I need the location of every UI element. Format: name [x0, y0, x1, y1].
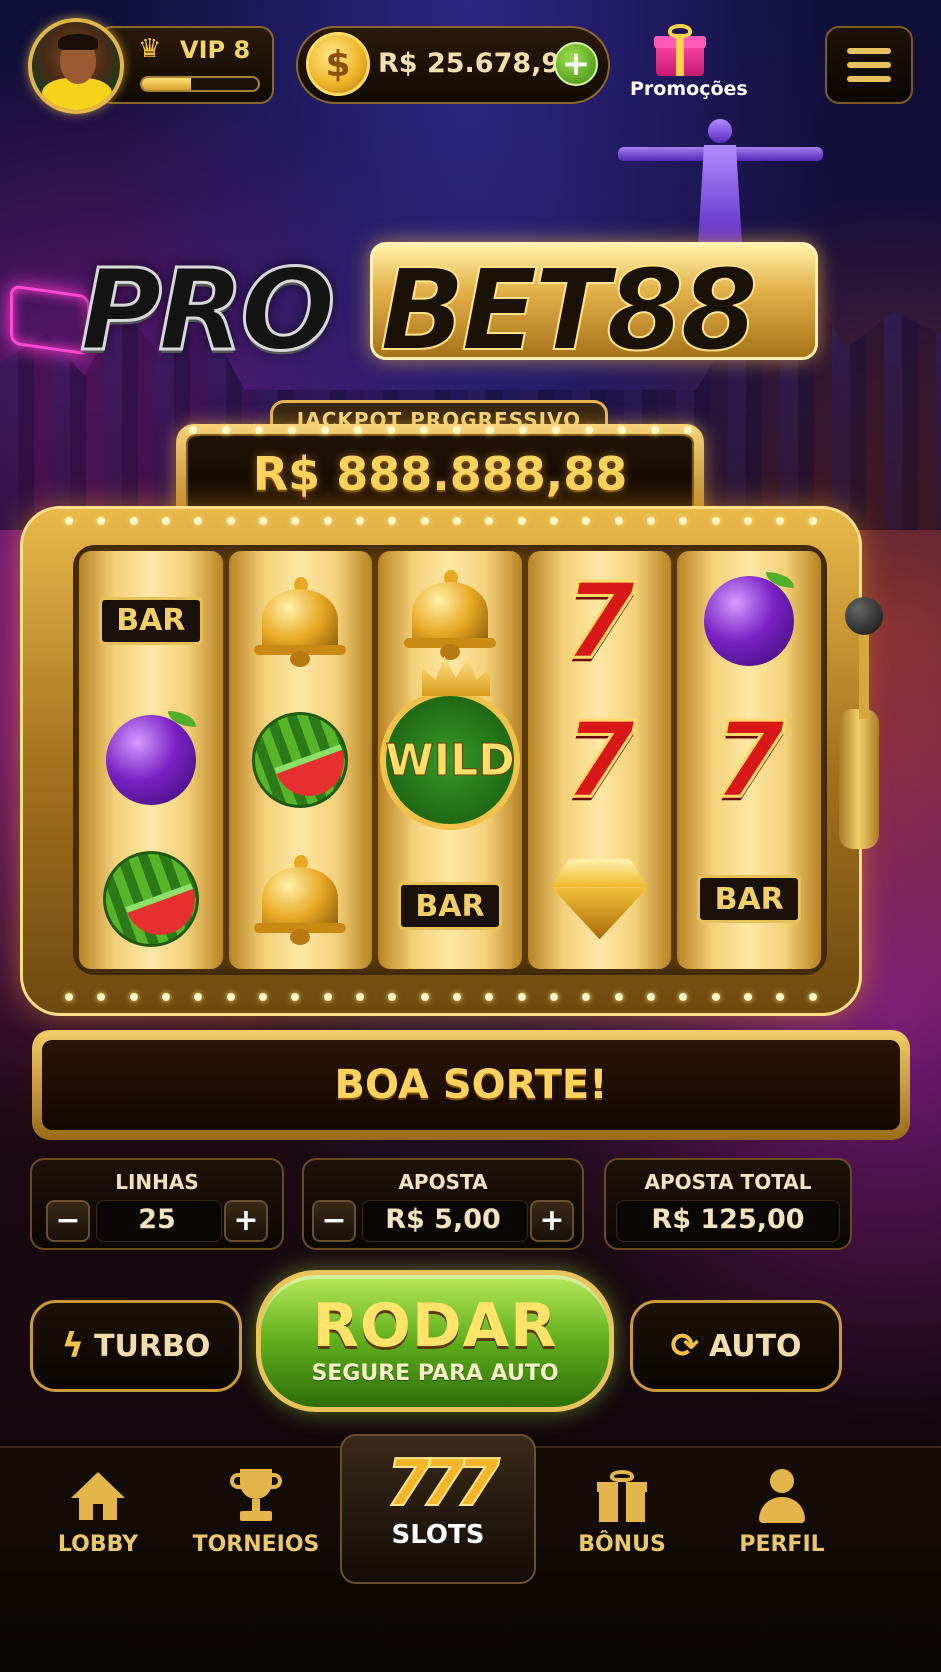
spin-label: RODAR	[312, 1291, 558, 1361]
lines-increase-button[interactable]: +	[224, 1200, 268, 1242]
bell-symbol	[245, 844, 355, 954]
brand-logo: PRO BET88	[79, 236, 820, 378]
player-profile[interactable]: ♛ VIP 8	[28, 18, 274, 114]
total-bet-panel: APOSTA TOTAL R$ 125,00	[604, 1158, 852, 1250]
nav-bonus[interactable]: BÔNUS	[542, 1448, 702, 1568]
promotions-button[interactable]: Promoções	[630, 18, 748, 108]
neon-sign	[10, 284, 90, 356]
bet-controls: LINHAS − 25 + APOSTA − R$ 5,00 + APOSTA …	[30, 1158, 852, 1250]
auto-button[interactable]: ⟳ AUTO	[630, 1300, 842, 1392]
total-bet-title: APOSTA TOTAL	[644, 1170, 812, 1194]
seven-symbol: 7	[711, 698, 786, 821]
nav-slots[interactable]: 777 SLOTS	[340, 1434, 536, 1584]
balance-amount: R$ 25.678,90	[378, 48, 579, 79]
lever-knob[interactable]	[845, 597, 883, 635]
logo-text-pro: PRO	[79, 245, 338, 378]
hamburger-icon	[847, 48, 891, 54]
gift-icon	[654, 24, 706, 76]
nav-torneios[interactable]: TORNEIOS	[176, 1448, 336, 1568]
turbo-button[interactable]: ϟ TURBO	[30, 1300, 242, 1392]
wild-symbol: WILD	[379, 656, 520, 835]
spin-button[interactable]: RODAR SEGURE PARA AUTO	[256, 1270, 614, 1412]
vip-progress-bar	[140, 76, 260, 92]
seven-symbol: 7	[562, 698, 637, 821]
slots-777-icon: 777	[385, 1447, 501, 1521]
nav-label-torneios: TORNEIOS	[192, 1532, 320, 1557]
lines-title: LINHAS	[115, 1170, 199, 1194]
slot-machine: BAR WILD BAR 7 7 7 BAR	[20, 506, 883, 1016]
user-icon	[757, 1469, 807, 1523]
reels-window[interactable]: BAR WILD BAR 7 7 7 BAR	[73, 545, 827, 975]
balance-panel: $ R$ 25.678,90 +	[296, 26, 610, 104]
plum-symbol	[694, 566, 804, 676]
avatar[interactable]	[28, 18, 124, 114]
turbo-label: TURBO	[94, 1328, 211, 1364]
reel-4: 77	[527, 551, 672, 969]
christ-redeemer-statue	[618, 119, 823, 245]
bell-symbol	[245, 566, 355, 676]
lever-base	[839, 709, 879, 849]
bottom-nav: LOBBY TORNEIOS 777 SLOTS BÔNUS PERFIL	[0, 1434, 941, 1672]
reel-2	[228, 551, 373, 969]
message-panel: BOA SORTE!	[32, 1030, 910, 1140]
reel-1: BAR	[79, 551, 223, 969]
diamond-symbol	[545, 844, 655, 954]
lightning-icon: ϟ	[61, 1326, 85, 1366]
bet-control: APOSTA − R$ 5,00 +	[302, 1158, 584, 1250]
bar-symbol: BAR	[395, 851, 505, 961]
seven-symbol: 7	[562, 559, 637, 682]
jackpot-amount: R$ 888.888,88	[186, 434, 694, 514]
reel-5: 7 BAR	[677, 551, 821, 969]
bet-increase-button[interactable]: +	[530, 1200, 574, 1242]
menu-button[interactable]	[825, 26, 913, 104]
watermelon-symbol	[96, 844, 206, 954]
bell-symbol	[395, 559, 505, 669]
home-icon	[71, 1472, 125, 1520]
vip-progress-fill	[142, 78, 191, 90]
nav-perfil[interactable]: PERFIL	[702, 1448, 862, 1568]
add-funds-button[interactable]: +	[554, 42, 598, 86]
gift-icon	[597, 1470, 647, 1522]
nav-label-slots: SLOTS	[391, 1520, 485, 1550]
bar-symbol: BAR	[694, 844, 804, 954]
nav-label-bonus: BÔNUS	[578, 1532, 666, 1557]
reel-3: WILD BAR	[378, 551, 522, 969]
logo-text-bet88: BET88	[379, 245, 759, 377]
watermelon-symbol	[245, 705, 355, 815]
coin-icon: $	[306, 32, 370, 96]
nav-label-lobby: LOBBY	[57, 1532, 139, 1557]
status-message: BOA SORTE!	[42, 1040, 900, 1130]
machine-bulbs-bottom	[53, 993, 829, 1001]
auto-label: AUTO	[708, 1328, 802, 1364]
machine-bulbs-top	[53, 517, 829, 525]
bar-symbol: BAR	[96, 566, 206, 676]
top-bar: ♛ VIP 8 $ R$ 25.678,90 + Promoções	[28, 18, 913, 114]
nav-lobby[interactable]: LOBBY	[18, 1448, 178, 1568]
promotions-label: Promoções	[630, 78, 748, 100]
nav-label-perfil: PERFIL	[739, 1532, 825, 1557]
marquee-bulbs	[176, 426, 704, 434]
trophy-icon	[228, 1469, 284, 1523]
vip-panel[interactable]: ♛ VIP 8	[98, 26, 274, 104]
lines-control: LINHAS − 25 +	[30, 1158, 284, 1250]
vip-level: VIP 8	[180, 36, 251, 64]
crown-icon: ♛	[138, 34, 162, 64]
refresh-icon: ⟳	[670, 1326, 699, 1366]
spin-hint: SEGURE PARA AUTO	[311, 1361, 559, 1386]
total-bet-value: R$ 125,00	[651, 1204, 805, 1235]
plum-symbol	[96, 705, 206, 815]
bet-title: APOSTA	[398, 1170, 488, 1194]
